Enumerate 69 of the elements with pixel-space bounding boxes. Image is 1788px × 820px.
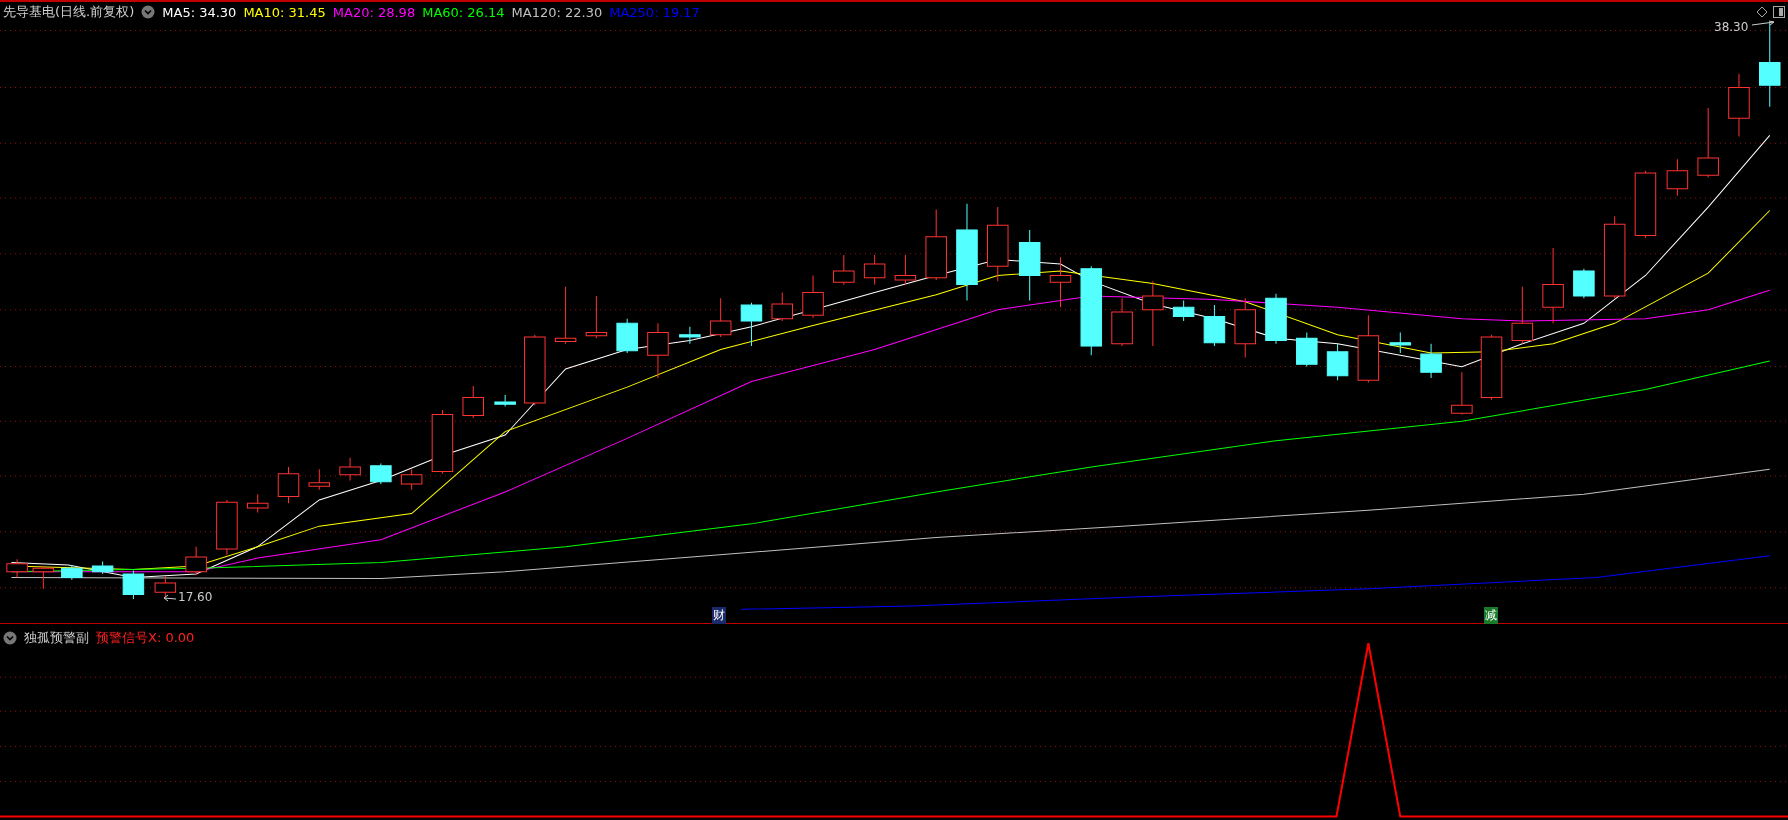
candlestick xyxy=(1666,158,1689,197)
candlestick xyxy=(1451,371,1473,415)
candlestick xyxy=(370,463,392,485)
arrow-icon xyxy=(1752,20,1776,28)
moving-average-label: MA250: 19.17 xyxy=(609,4,700,20)
candlestick xyxy=(400,468,423,491)
candlestick xyxy=(1357,314,1380,384)
candlestick xyxy=(863,254,886,286)
candlestick xyxy=(277,466,300,504)
moving-average-label: MA60: 26.14 xyxy=(422,4,505,20)
chevron-down-icon[interactable] xyxy=(141,5,156,19)
candlestick xyxy=(1389,331,1412,354)
candlestick xyxy=(1326,343,1349,381)
window-toggle-icon[interactable] xyxy=(1773,6,1785,18)
candlestick xyxy=(771,292,793,322)
candlestick xyxy=(1172,300,1195,322)
candlestick xyxy=(1234,297,1256,358)
candlestick xyxy=(524,334,546,406)
arrow-icon xyxy=(163,594,177,602)
event-marker[interactable]: 减 xyxy=(1484,607,1498,624)
candlestick xyxy=(1573,268,1595,299)
candlestick xyxy=(1142,280,1164,347)
candlestick xyxy=(1111,297,1133,347)
moving-average-label: MA120: 22.30 xyxy=(511,4,603,20)
candlestick xyxy=(740,302,763,347)
candlestick xyxy=(1511,286,1534,345)
candlestick xyxy=(6,558,28,578)
candlestick xyxy=(1480,334,1503,401)
event-marker[interactable]: 财 xyxy=(712,607,726,624)
high-price-label: 38.30 xyxy=(1714,20,1749,34)
candlestick xyxy=(122,570,145,600)
indicator-title: 独孤预警副 xyxy=(24,629,89,647)
candlestick xyxy=(1049,256,1072,308)
low-price-label: 17.60 xyxy=(178,590,213,604)
candlestick xyxy=(894,254,917,286)
candlestick xyxy=(185,546,207,576)
candlestick xyxy=(246,493,269,513)
candlestick xyxy=(431,409,454,475)
candlestick xyxy=(616,318,638,354)
candlestick xyxy=(554,286,577,345)
candlestick xyxy=(1697,107,1719,178)
candlestick xyxy=(1296,331,1318,368)
diamond-icon[interactable] xyxy=(1756,6,1768,18)
candlestick xyxy=(32,565,55,590)
candlestick xyxy=(1265,293,1287,345)
moving-average-label: MA20: 28.98 xyxy=(332,4,416,20)
candlestick xyxy=(154,575,177,598)
candlestick xyxy=(61,564,83,581)
candlestick xyxy=(1420,343,1442,379)
candlestick xyxy=(833,254,855,286)
candlestick xyxy=(216,499,238,556)
candlestick xyxy=(91,560,114,575)
candlestick xyxy=(709,297,732,338)
moving-average-label: MA5: 34.30 xyxy=(162,4,237,20)
candlestick xyxy=(308,468,331,491)
chevron-down-icon[interactable] xyxy=(3,631,17,645)
candlestick xyxy=(1634,170,1657,239)
candlestick xyxy=(647,322,669,379)
candlestick xyxy=(585,295,608,339)
candlestick xyxy=(1203,304,1226,347)
candlestick xyxy=(494,394,516,407)
candlestick xyxy=(1728,73,1750,137)
moving-average-label: MA10: 31.45 xyxy=(243,4,326,20)
signal-value-label: 预警信号X: 0.00 xyxy=(96,629,195,647)
candlestick xyxy=(462,385,484,419)
stock-title: 先导基电(日线.前复权) xyxy=(3,3,135,21)
candlestick xyxy=(802,274,824,319)
candlestick xyxy=(339,457,361,482)
candlestick xyxy=(679,326,701,345)
